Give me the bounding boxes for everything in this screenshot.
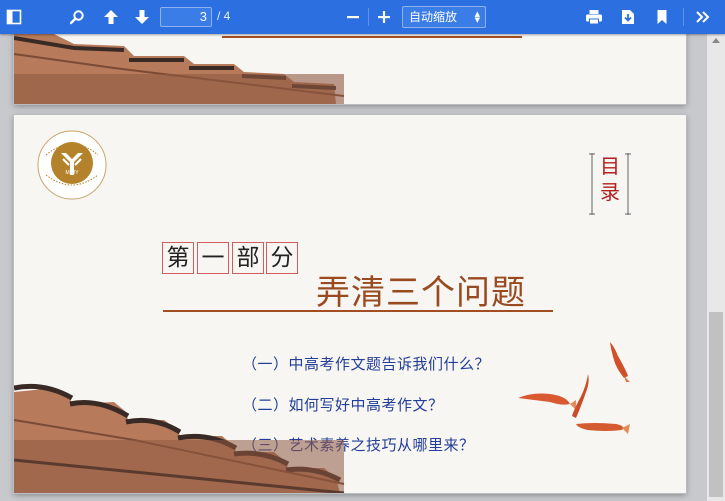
scroll-up-arrow-icon[interactable] xyxy=(712,38,720,43)
zoom-select-value: 自动缩放 xyxy=(409,10,458,24)
agenda-item: （一）中高考作文题告诉我们什么？ xyxy=(242,355,491,373)
toc-label: 目 录 xyxy=(600,153,620,205)
pdf-toolbar: 3 / 4 自动缩放 ▲ ▼ xyxy=(0,0,725,34)
zoom-out-button[interactable] xyxy=(342,6,364,28)
part-char: 部 xyxy=(232,242,264,274)
toc-char: 录 xyxy=(600,180,620,204)
part-char: 第 xyxy=(162,242,194,274)
previous-page-thumb xyxy=(14,34,686,104)
zoom-in-button[interactable] xyxy=(373,6,395,28)
find-button[interactable] xyxy=(66,6,88,28)
slide-title: 弄清三个问题 xyxy=(316,273,526,313)
page-number-input[interactable]: 3 xyxy=(160,7,212,27)
logo-text: MTJY xyxy=(65,170,79,176)
select-arrows-icon: ▲ ▼ xyxy=(474,10,480,24)
previous-roof-image xyxy=(14,34,344,104)
next-page-icon xyxy=(135,10,149,24)
zoom-out-icon xyxy=(347,16,359,19)
bookmark-button[interactable] xyxy=(651,6,673,28)
vertical-scrollbar[interactable] xyxy=(707,34,725,501)
sidebar-toggle-button[interactable] xyxy=(3,6,25,28)
current-slide-page: MTJY 目 录 第 一 部 分 弄清三个问题 （一）中高考作文题告诉我们什么？… xyxy=(14,115,686,493)
bookmark-icon xyxy=(657,10,667,24)
previous-page-button[interactable] xyxy=(100,6,122,28)
next-page-button[interactable] xyxy=(131,6,153,28)
part-char: 一 xyxy=(197,242,229,274)
zoom-separator xyxy=(368,8,369,26)
search-icon xyxy=(69,10,84,25)
tools-separator xyxy=(683,8,684,26)
tools-button[interactable] xyxy=(692,6,714,28)
print-button[interactable] xyxy=(583,6,605,28)
koi-fish-image xyxy=(518,342,630,434)
sidebar-toggle-icon xyxy=(6,9,22,25)
print-icon xyxy=(586,10,602,25)
zoom-select[interactable]: 自动缩放 ▲ ▼ xyxy=(402,6,486,28)
school-logo: MTJY xyxy=(37,130,107,200)
title-rule xyxy=(163,310,553,312)
part-char: 分 xyxy=(266,242,298,274)
page-count-label: / 4 xyxy=(217,9,231,23)
toc-char: 目 xyxy=(600,154,620,178)
ancient-roof-image xyxy=(14,383,345,493)
zoom-in-icon xyxy=(378,11,390,23)
tools-icon xyxy=(696,11,710,23)
previous-page-icon xyxy=(104,10,118,24)
scrollbar-thumb[interactable] xyxy=(709,312,723,497)
download-button[interactable] xyxy=(617,6,639,28)
download-icon xyxy=(622,10,634,24)
document-viewer[interactable]: MTJY 目 录 第 一 部 分 弄清三个问题 （一）中高考作文题告诉我们什么？… xyxy=(0,34,707,501)
